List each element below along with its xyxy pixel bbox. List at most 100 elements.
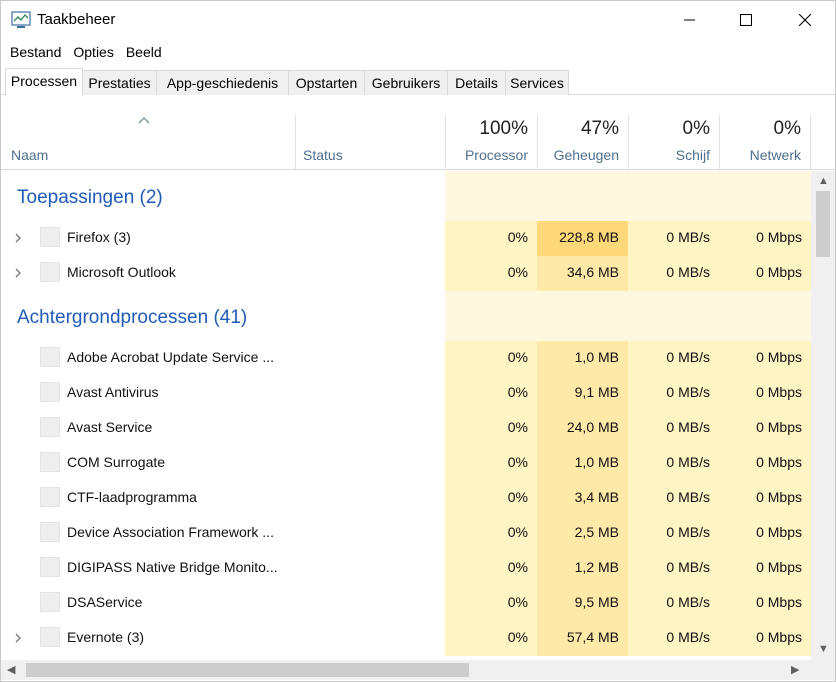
horizontal-scrollbar[interactable]: ◀ ▶ — [1, 660, 811, 680]
scroll-right-icon[interactable]: ▶ — [791, 664, 799, 676]
process-row[interactable]: Avast Service 0% 24,0 MB 0 MB/s 0 Mbps — [1, 411, 811, 446]
group-cell-background — [719, 171, 811, 221]
process-name: Microsoft Outlook — [67, 264, 176, 280]
process-disk-value: 0 MB/s — [666, 629, 710, 645]
memory-total: 47% — [580, 118, 619, 139]
disk-label: Schijf — [675, 147, 710, 163]
process-row[interactable]: Avast Antivirus 0% 9,1 MB 0 MB/s 0 Mbps — [1, 376, 811, 411]
tab-opstarten[interactable]: Opstarten — [288, 70, 365, 95]
network-total: 0% — [773, 118, 801, 139]
column-processor[interactable]: 100% Processor — [445, 115, 537, 170]
process-icon — [40, 627, 60, 647]
process-icon — [40, 227, 60, 247]
tab-prestaties[interactable]: Prestaties — [82, 70, 157, 95]
process-icon — [40, 417, 60, 437]
group-header[interactable]: Achtergrondprocessen (41) — [1, 291, 811, 341]
process-cpu-value: 0% — [507, 559, 528, 575]
group-cell-background — [537, 171, 628, 221]
maximize-button[interactable] — [717, 1, 775, 39]
close-button[interactable] — [776, 1, 834, 39]
maximize-icon — [740, 14, 752, 26]
process-memory-value: 1,2 MB — [574, 559, 619, 575]
process-icon — [40, 487, 60, 507]
process-row[interactable]: COM Surrogate 0% 1,0 MB 0 MB/s 0 Mbps — [1, 446, 811, 481]
group-cell-background — [445, 171, 537, 221]
process-disk-value: 0 MB/s — [666, 559, 710, 575]
column-header-row: Naam Status 100% Processor 47% Geheugen … — [1, 95, 835, 170]
vertical-scroll-thumb[interactable] — [816, 191, 830, 257]
process-row[interactable]: Evernote (3) 0% 57,4 MB 0 MB/s 0 Mbps — [1, 621, 811, 656]
task-manager-icon — [11, 11, 31, 28]
process-disk-value: 0 MB/s — [666, 489, 710, 505]
process-icon — [40, 347, 60, 367]
process-row[interactable]: DIGIPASS Native Bridge Monito... 0% 1,2 MB… — [1, 551, 811, 586]
process-name: Device Association Framework ... — [67, 524, 274, 540]
group-cell-background — [719, 291, 811, 341]
column-netwerk[interactable]: 0% Netwerk — [719, 115, 811, 170]
scrollbar-corner — [811, 660, 835, 680]
process-disk-value: 0 MB/s — [666, 419, 710, 435]
tab-services[interactable]: Services — [505, 70, 569, 95]
process-icon — [40, 262, 60, 282]
expand-chevron-icon[interactable] — [13, 631, 23, 645]
column-naam[interactable]: Naam — [11, 147, 48, 163]
process-row[interactable]: Microsoft Outlook 0% 34,6 MB 0 MB/s 0 Mbps — [1, 256, 811, 291]
process-disk-value: 0 MB/s — [666, 454, 710, 470]
process-icon — [40, 452, 60, 472]
disk-total: 0% — [682, 118, 710, 139]
process-row[interactable]: Device Association Framework ... 0% 2,5 MB… — [1, 516, 811, 551]
vertical-scrollbar[interactable]: ▲ ▼ — [811, 171, 835, 660]
process-name: Firefox (3) — [67, 229, 131, 245]
process-network-value: 0 Mbps — [756, 524, 802, 540]
process-name: DIGIPASS Native Bridge Monito... — [67, 559, 278, 575]
expand-chevron-icon[interactable] — [13, 231, 23, 245]
close-icon — [799, 14, 811, 26]
tab-gebruikers[interactable]: Gebruikers — [364, 70, 448, 95]
process-cpu-value: 0% — [507, 524, 528, 540]
process-network-value: 0 Mbps — [756, 629, 802, 645]
scroll-up-icon[interactable]: ▲ — [818, 175, 829, 187]
process-icon — [40, 522, 60, 542]
process-row[interactable]: Firefox (3) 0% 228,8 MB 0 MB/s 0 Mbps — [1, 221, 811, 256]
process-name: CTF-laadprogramma — [67, 489, 197, 505]
process-network-value: 0 Mbps — [756, 454, 802, 470]
horizontal-scroll-thumb[interactable] — [26, 663, 469, 677]
process-row[interactable]: Adobe Acrobat Update Service ... 0% 1,0 MB… — [1, 341, 811, 376]
processor-label: Processor — [464, 147, 528, 163]
scroll-left-icon[interactable]: ◀ — [7, 664, 15, 676]
process-network-value: 0 Mbps — [756, 489, 802, 505]
process-memory-value: 228,8 MB — [559, 229, 619, 245]
group-cell-background — [628, 291, 719, 341]
process-memory-value: 9,5 MB — [574, 594, 619, 610]
process-cpu-value: 0% — [507, 384, 528, 400]
process-cpu-value: 0% — [507, 629, 528, 645]
group-header[interactable]: Toepassingen (2) — [1, 171, 811, 221]
expand-chevron-icon[interactable] — [13, 266, 23, 280]
group-cell-background — [628, 171, 719, 221]
process-memory-value: 57,4 MB — [566, 629, 619, 645]
menu-beeld[interactable]: Beeld — [121, 41, 169, 63]
process-memory-value: 2,5 MB — [574, 524, 619, 540]
process-name: COM Surrogate — [67, 454, 166, 470]
process-cpu-value: 0% — [507, 229, 528, 245]
minimize-button[interactable] — [661, 1, 719, 39]
group-cell-background — [537, 291, 628, 341]
menu-bestand[interactable]: Bestand — [1, 41, 68, 63]
process-disk-value: 0 MB/s — [666, 349, 710, 365]
process-cpu-value: 0% — [507, 454, 528, 470]
process-row[interactable]: CTF-laadprogramma 0% 3,4 MB 0 MB/s 0 Mbps — [1, 481, 811, 516]
column-geheugen[interactable]: 47% Geheugen — [537, 115, 628, 170]
title-bar[interactable]: Taakbeheer — [1, 1, 835, 39]
tab-details[interactable]: Details — [447, 70, 506, 95]
column-schijf[interactable]: 0% Schijf — [628, 115, 719, 170]
process-name: DSAService — [67, 594, 143, 610]
tab-processen[interactable]: Processen — [5, 68, 83, 96]
process-name: Evernote (3) — [67, 629, 145, 645]
process-row[interactable]: DSAService 0% 9,5 MB 0 MB/s 0 Mbps — [1, 586, 811, 621]
process-memory-value: 34,6 MB — [566, 264, 619, 280]
process-network-value: 0 Mbps — [756, 559, 802, 575]
scroll-down-icon[interactable]: ▼ — [818, 643, 829, 655]
tab-app-geschiedenis[interactable]: App-geschiedenis — [156, 70, 289, 95]
process-disk-value: 0 MB/s — [666, 594, 710, 610]
menu-opties[interactable]: Opties — [68, 41, 120, 63]
